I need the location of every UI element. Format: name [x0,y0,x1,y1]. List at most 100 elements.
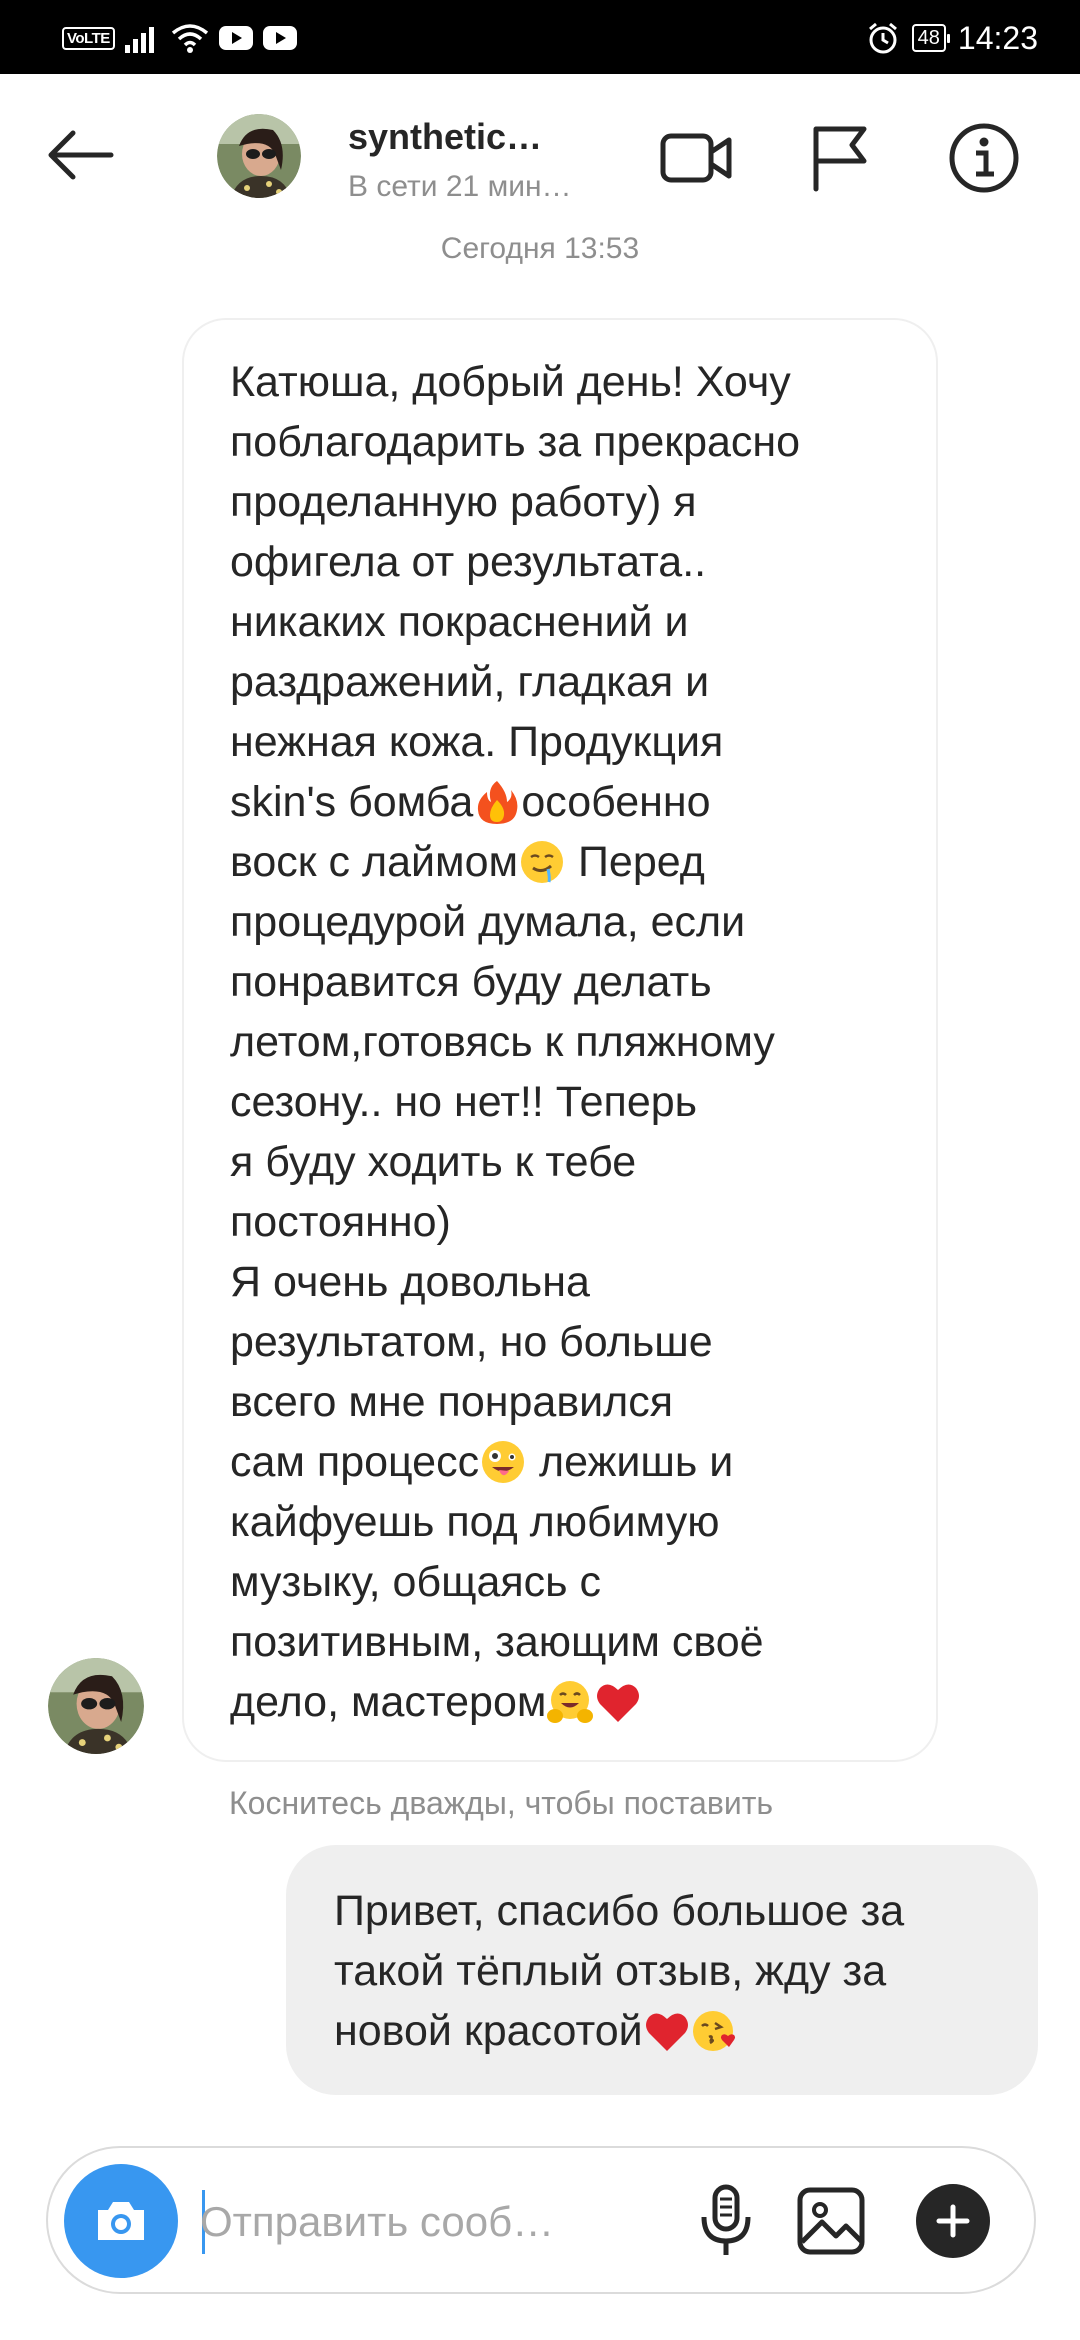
message-line-text: летом,готовясь к пляжному [230,1018,775,1066]
camera-icon [98,2202,144,2240]
zany-face-emoji [479,1438,527,1486]
back-button[interactable] [40,120,120,190]
message-line: сам процесс лежишь и [230,1432,910,1492]
message-line-text: позитивным, зающим своё [230,1618,764,1666]
message-line: процедурой думала, если [230,892,910,952]
report-button[interactable] [798,116,882,200]
alarm-icon [868,22,897,54]
message-line-text: я буду ходить к тебе [230,1138,637,1186]
message-line-text: постоянно) [230,1198,451,1246]
message-line-text: особенно [521,778,711,826]
message-line: никаких покраснений и [230,592,910,652]
incoming-message-bubble[interactable]: Катюша, добрый день! Хочу поблагодарить з… [182,318,938,1762]
video-camera-icon [660,133,732,183]
message-line: skin's бомба особенно [230,772,910,832]
message-input[interactable] [200,2194,640,2250]
volte-indicator: VoLTE [62,26,115,50]
message-line: такой тёплый отзыв, жду за [334,1941,1014,2001]
message-line: проделанную работу) я [230,472,910,532]
reaction-hint: Коснитесь дважды, чтобы поставить [229,1785,774,1821]
message-line-text: Привет, спасибо большое за [334,1887,905,1935]
message-line-text: процедурой думала, если [230,898,746,946]
message-line: позитивным, зающим своё [230,1612,910,1672]
message-line-text: Я очень довольна [230,1258,590,1306]
message-line: понравится буду делать [230,952,910,1012]
contact-avatar[interactable] [217,114,301,198]
status-bar-right: 48 14:23 [866,18,1038,58]
message-composer [46,2146,1036,2294]
message-line-text: новой красотой [334,2007,643,2055]
message-timestamp: Сегодня 13:53 [440,232,640,265]
message-line: раздражений, гладкая и [230,652,910,712]
info-button[interactable] [942,116,1026,200]
chat-header: synthetic… В сети 21 мин… [0,74,1080,244]
message-line-text: сезону.. но нет!! Теперь [230,1078,698,1126]
wifi-icon [171,24,208,53]
message-line-text: раздражений, гладкая и [230,658,710,706]
message-line-text: всего мне понравился [230,1378,674,1426]
flag-icon [813,126,867,192]
message-line: всего мне понравился [230,1372,910,1432]
message-line: поблагодарить за прекрасно [230,412,910,472]
hugging-face-emoji [546,1678,594,1726]
message-line: Я очень довольна [230,1252,910,1312]
info-icon [949,123,1019,193]
message-line-text: нежная кожа. Продукция [230,718,724,766]
message-line-text: результатом, но больше [230,1318,713,1366]
message-line: офигела от результата.. [230,532,910,592]
message-line-text: музыку, общаясь с [230,1558,602,1606]
message-line-text: Катюша, добрый день! Хочу [230,358,791,406]
message-line-text: офигела от результата.. [230,538,707,586]
outgoing-message-bubble[interactable]: Привет, спасибо большое за такой тёплый о… [286,1845,1038,2095]
camera-button[interactable] [64,2164,178,2278]
message-line: летом,готовясь к пляжному [230,1012,910,1072]
message-line: сезону.. но нет!! Теперь [230,1072,910,1132]
battery-indicator: 48 [911,24,951,52]
message-line: нежная кожа. Продукция [230,712,910,772]
message-line-text: такой тёплый отзыв, жду за [334,1947,887,1995]
sender-avatar[interactable] [48,1658,144,1754]
voice-message-button[interactable] [683,2178,769,2264]
signal-icon [124,27,154,53]
status-bar-left: VoLTE [62,22,297,54]
message-line-text: поблагодарить за прекрасно [230,418,801,466]
more-options-button[interactable] [910,2178,996,2264]
arrow-left-icon [48,130,114,180]
message-line-text: кайфуешь под любимую [230,1498,720,1546]
youtube-notification-icon [262,26,297,50]
message-line-text: понравится буду делать [230,958,712,1006]
incoming-message-text: Катюша, добрый день! Хочу поблагодарить з… [230,352,910,1732]
message-line: музыку, общаясь с [230,1552,910,1612]
gallery-button[interactable] [788,2178,874,2264]
contact-status: В сети 21 мин… [348,170,572,203]
message-line-text: проделанную работу) я [230,478,697,526]
status-bar: VoLTE 48 14:23 [0,0,1080,74]
message-line-text: Перед [566,838,705,886]
message-line: кайфуешь под любимую [230,1492,910,1552]
video-call-button[interactable] [655,116,739,200]
youtube-notification-icon [218,26,253,50]
message-line: дело, мастером [230,1672,910,1732]
message-line: постоянно) [230,1192,910,1252]
message-line: Привет, спасибо большое за [334,1881,1014,1941]
message-line-text: сам процесс [230,1438,480,1486]
fire-emoji [473,778,521,826]
message-line: новой красотой [334,2001,1014,2061]
red-heart-emoji [594,1678,642,1726]
red-heart-emoji [643,2007,691,2055]
contact-name[interactable]: synthetic… [348,116,542,158]
face-blowing-kiss-emoji [691,2007,739,2055]
clock: 14:23 [957,20,1038,56]
message-line: я буду ходить к тебе [230,1132,910,1192]
message-line: воск с лаймом Перед [230,832,910,892]
message-line-text: лежишь и [527,1438,734,1486]
message-line-text: skin's бомба [230,778,474,826]
outgoing-message-text: Привет, спасибо большое за такой тёплый о… [334,1881,1014,2061]
message-line: результатом, но больше [230,1312,910,1372]
message-line-text: никаких покраснений и [230,598,689,646]
message-line: Катюша, добрый день! Хочу [230,352,910,412]
message-line-text: воск с лаймом [230,838,519,886]
message-line-text: дело, мастером [230,1678,547,1726]
plus-icon [916,2184,990,2258]
microphone-icon [701,2184,751,2255]
